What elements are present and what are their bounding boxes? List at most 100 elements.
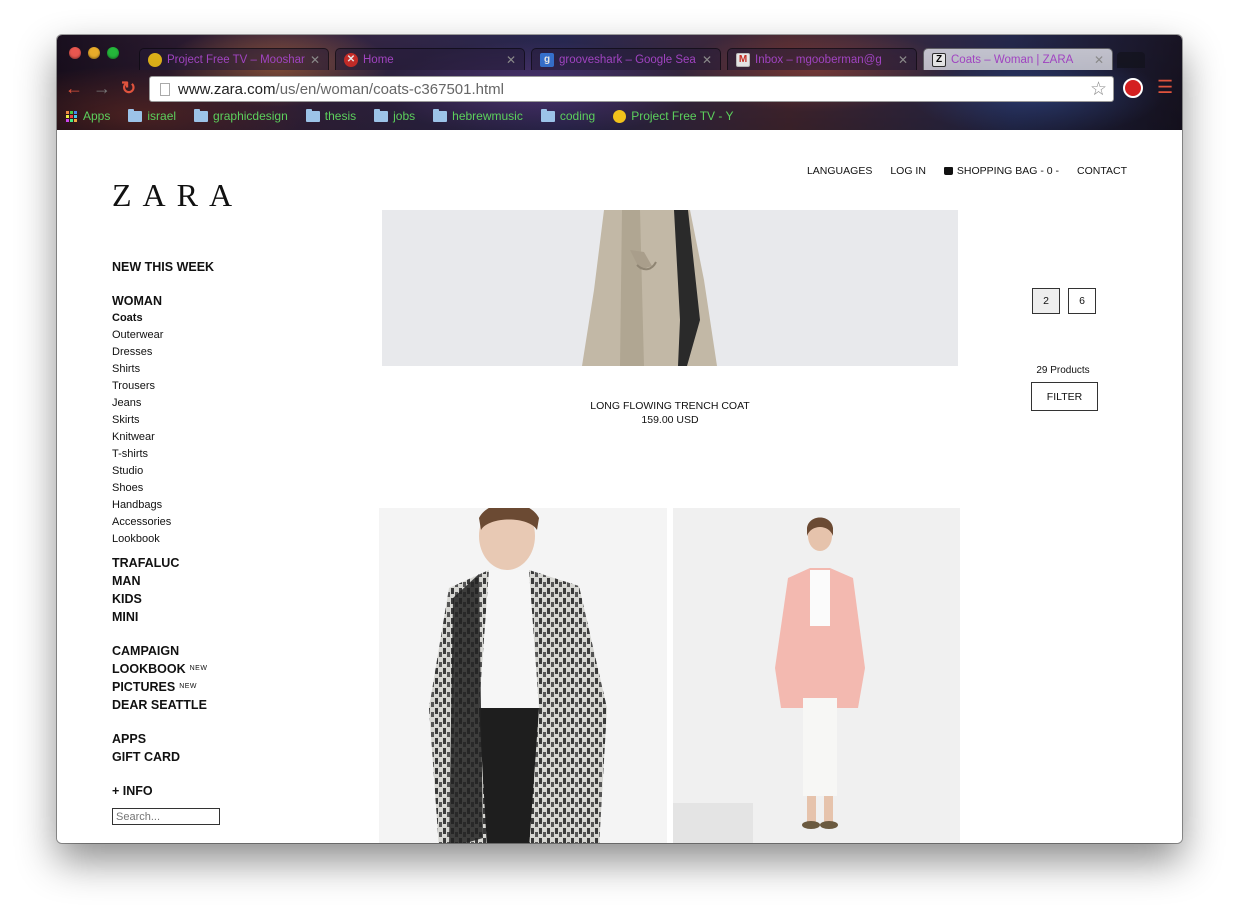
gmail-icon: M [736,52,750,67]
menu-icon[interactable]: ☰ [1157,77,1173,97]
reload-icon[interactable]: ↻ [121,78,136,98]
trafaluc-link[interactable]: TRAFALUC [112,554,312,572]
close-tab-icon[interactable]: ✕ [898,53,908,67]
tab-title: Project Free TV – Mooshar [167,53,305,66]
product-image-pink-coat[interactable] [673,508,960,843]
url-text: www.zara.com/us/en/woman/coats-c367501.h… [178,80,504,98]
sidebar-item-tshirts[interactable]: T-shirts [112,446,312,463]
login-link[interactable]: LOG IN [890,165,926,177]
adblock-icon[interactable] [1123,78,1143,98]
top-nav: LANGUAGES LOG IN SHOPPING BAG - 0 - CONT… [807,165,1127,177]
product-price: 159.00 USD [641,414,699,426]
sidebar-item-jeans[interactable]: Jeans [112,395,312,412]
product-name[interactable]: LONG FLOWING TRENCH COAT [382,400,958,412]
bookmark-folder[interactable]: hebrewmusic [433,108,523,123]
search-input[interactable] [112,808,220,825]
close-tab-icon[interactable]: ✕ [506,53,516,67]
grid-view-2-button[interactable]: 2 [1032,288,1060,314]
bookmark-folder[interactable]: jobs [374,108,415,123]
product-count: 29 Products [1036,365,1090,376]
folder-icon [194,108,209,122]
sidebar-item-handbags[interactable]: Handbags [112,497,312,514]
dear-seattle-link[interactable]: DEAR SEATTLE [112,696,312,714]
filter-button[interactable]: FILTER [1031,382,1098,411]
bookmark-link[interactable]: Project Free TV - Y [613,109,733,123]
sidebar-item-skirts[interactable]: Skirts [112,412,312,429]
close-tab-icon[interactable]: ✕ [1094,53,1104,67]
page-icon [160,82,170,96]
sidebar-item-trousers[interactable]: Trousers [112,378,312,395]
sidebar-item-studio[interactable]: Studio [112,463,312,480]
sidebar-item-shoes[interactable]: Shoes [112,480,312,497]
web-page: LANGUAGES LOG IN SHOPPING BAG - 0 - CONT… [57,130,1182,843]
tab-title: Home [363,53,394,66]
contact-link[interactable]: CONTACT [1077,165,1127,177]
tab-title: Inbox – mgooberman@g [755,53,882,66]
browser-tab[interactable]: M Inbox – mgooberman@g ✕ [727,48,917,70]
sidebar-item-dresses[interactable]: Dresses [112,344,312,361]
new-this-week-link[interactable]: NEW THIS WEEK [112,258,312,276]
google-icon: g [540,52,554,67]
trench-coat-illustration [382,210,958,366]
woman-link[interactable]: WOMAN [112,292,312,310]
forward-arrow-icon[interactable]: → [93,78,111,98]
sidebar-item-knitwear[interactable]: Knitwear [112,429,312,446]
shopping-bag-icon [943,167,953,175]
folder-icon [305,108,320,122]
zara-logo[interactable]: ZARA [112,177,243,214]
zara-z-icon: Z [932,52,946,67]
sidebar-item-shirts[interactable]: Shirts [112,361,312,378]
mini-link[interactable]: MINI [112,608,312,626]
folder-icon [128,108,143,122]
browser-chrome: Project Free TV – Mooshar ✕ ✕ Home ✕ g g… [57,35,1182,130]
model-pink-coat-illustration [673,508,960,843]
bookmarks-bar: Apps israel graphicdesign thesis jobs he… [57,105,1182,127]
minimize-window-button[interactable] [88,47,100,59]
sidebar-nav: NEW THIS WEEK WOMAN Coats Outerwear Dres… [112,258,312,825]
sidebar-item-coats[interactable]: Coats [112,310,312,327]
back-arrow-icon[interactable]: ← [65,78,83,98]
tab-title: Coats – Woman | ZARA [951,53,1074,66]
browser-tab[interactable]: g grooveshark – Google Sea ✕ [531,48,721,70]
sidebar-item-outerwear[interactable]: Outerwear [112,327,312,344]
close-window-button[interactable] [69,47,81,59]
zoom-window-button[interactable] [107,47,119,59]
bookmark-star-icon[interactable]: ☆ [1090,78,1107,101]
bookmark-folder[interactable]: israel [128,108,176,123]
bookmark-folder[interactable]: thesis [305,108,356,123]
browser-tab[interactable]: Project Free TV – Mooshar ✕ [139,48,329,70]
browser-tab[interactable]: ✕ Home ✕ [335,48,525,70]
product-image-trench-coat[interactable] [382,210,958,366]
product-image-jacquard-coat[interactable] [379,508,667,843]
info-link[interactable]: + INFO [112,782,312,800]
apps-grid-icon [66,110,77,122]
browser-tab-active[interactable]: Z Coats – Woman | ZARA ✕ [923,48,1113,70]
pictures-link[interactable]: PICTURES NEW [112,678,312,696]
address-bar[interactable]: www.zara.com/us/en/woman/coats-c367501.h… [149,76,1114,102]
sidebar-item-lookbook[interactable]: Lookbook [112,531,312,548]
new-tab-button[interactable] [1117,52,1145,68]
error-x-icon: ✕ [344,52,358,67]
close-tab-icon[interactable]: ✕ [702,53,712,67]
lookbook-link[interactable]: LOOKBOOK NEW [112,660,312,678]
sun-icon [613,109,627,123]
man-link[interactable]: MAN [112,572,312,590]
shopping-bag-link[interactable]: SHOPPING BAG - 0 - [943,165,1059,177]
browser-toolbar: ← → ↻ www.zara.com/us/en/woman/coats-c36… [57,73,1182,103]
sun-icon [148,52,162,67]
bookmark-folder[interactable]: graphicdesign [194,108,288,123]
kids-link[interactable]: KIDS [112,590,312,608]
campaign-link[interactable]: CAMPAIGN [112,642,312,660]
gift-card-link[interactable]: GIFT CARD [112,748,312,766]
bookmark-apps[interactable]: Apps [66,109,110,123]
apps-link[interactable]: APPS [112,730,312,748]
close-tab-icon[interactable]: ✕ [310,53,320,67]
bookmark-folder[interactable]: coding [540,108,595,123]
new-badge: NEW [189,665,208,672]
languages-link[interactable]: LANGUAGES [807,165,872,177]
folder-icon [433,108,448,122]
model-patterned-coat-illustration [379,508,667,843]
browser-window: Project Free TV – Mooshar ✕ ✕ Home ✕ g g… [57,35,1182,843]
sidebar-item-accessories[interactable]: Accessories [112,514,312,531]
grid-view-6-button[interactable]: 6 [1068,288,1096,314]
